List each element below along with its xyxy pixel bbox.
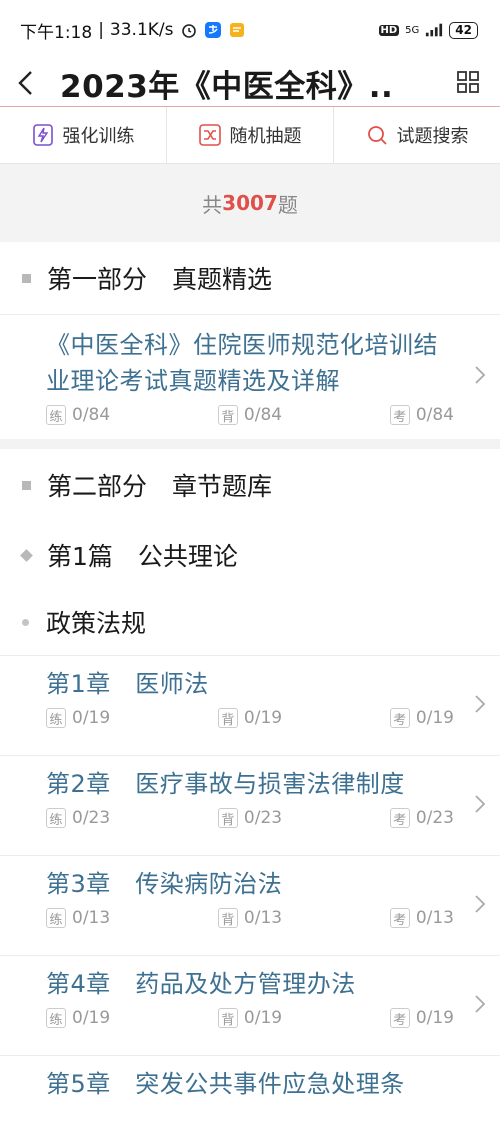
alarm-icon — [180, 21, 198, 39]
chapter-title: 第3章 传染病防治法 — [46, 870, 283, 898]
lightning-icon — [32, 123, 54, 147]
nav-bar: 2023年《中医全科》... — [0, 60, 500, 106]
back-arrow-icon[interactable] — [16, 69, 34, 97]
recite-tag: 背 — [217, 908, 238, 928]
list-item[interactable]: 《中医全科》住院医师规范化培训结业理论考试真题精选及详解 练 0/84 背 0/84… — [0, 314, 500, 439]
practice-tag: 练 — [46, 708, 66, 728]
volume-heading: 第1篇 公共理论 — [0, 521, 500, 589]
hd-badge: HD — [378, 24, 400, 36]
section-heading: 政策法规 — [0, 589, 500, 655]
exam-tag: 考 — [389, 405, 410, 425]
practice-tag: 练 — [46, 405, 66, 425]
status-bar: 下午1:18 | 33.1K/s HD 5G 42 — [0, 0, 500, 60]
page-title: 2023年《中医全科》... — [60, 68, 390, 105]
chevron-right-icon — [474, 794, 486, 818]
chapter-list: 第1章 医师法练 0/19 背 0/19 考 0/19 第2章 医疗事故与损害法律制度练 0/… — [0, 655, 500, 1112]
network-label: 5G — [405, 24, 420, 36]
battery-indicator: 42 — [449, 21, 478, 39]
recite-tag: 背 — [217, 708, 238, 728]
question-count: 共 3007 题 — [0, 164, 500, 242]
exam-tag: 考 — [389, 808, 410, 828]
shuffle-icon — [198, 124, 221, 146]
part1-heading: 第一部分 真题精选 — [0, 242, 500, 314]
search-icon — [366, 124, 388, 146]
item-stats: 练 0/23 背 0/23 考 0/23 — [46, 808, 454, 828]
item-stats: 练 0/19 背 0/19 考 0/19 — [46, 1008, 454, 1028]
chapter-title: 第1章 医师法 — [46, 670, 209, 698]
item-title: 《中医全科》住院医师规范化培训结业理论考试真题精选及详解 — [46, 331, 438, 395]
exam-tag: 考 — [389, 708, 410, 728]
chapter-item[interactable]: 第2章 医疗事故与损害法律制度练 0/23 背 0/23 考 0/23 — [0, 755, 500, 855]
signal-icon — [425, 21, 443, 39]
item-stats: 练 0/13 背 0/13 考 0/13 — [46, 908, 454, 928]
recite-tag: 背 — [217, 808, 238, 828]
alipay-icon — [204, 21, 222, 39]
question-search-button[interactable]: 试题搜索 — [334, 107, 500, 163]
chapter-item[interactable]: 第1章 医师法练 0/19 背 0/19 考 0/19 — [0, 655, 500, 755]
part2-heading: 第二部分 章节题库 — [0, 449, 500, 521]
chevron-right-icon — [474, 894, 486, 918]
diamond-bullet-icon — [20, 548, 33, 562]
question-count-number: 3007 — [222, 191, 278, 215]
exam-tag: 考 — [389, 1008, 410, 1028]
toolbar: 强化训练 随机抽题 试题搜索 — [0, 106, 500, 164]
grid-icon[interactable] — [456, 70, 480, 98]
practice-tag: 练 — [46, 808, 66, 828]
chapter-title: 第2章 医疗事故与损害法律制度 — [46, 770, 405, 798]
chevron-right-icon — [474, 994, 486, 1018]
chapter-title: 第4章 药品及处方管理办法 — [46, 970, 356, 998]
item-stats: 练 0/84 背 0/84 考 0/84 — [46, 405, 454, 425]
item-stats: 练 0/19 背 0/19 考 0/19 — [46, 708, 454, 728]
chapter-title: 第5章 突发公共事件应急处理条 — [46, 1070, 405, 1098]
section-divider — [0, 439, 500, 449]
status-speed: 33.1K/s — [109, 20, 174, 40]
practice-tag: 练 — [46, 908, 66, 928]
status-time: 下午1:18 — [20, 22, 93, 43]
dot-bullet-icon — [22, 618, 29, 626]
chevron-right-icon — [474, 365, 486, 389]
chapter-item[interactable]: 第5章 突发公共事件应急处理条 — [0, 1055, 500, 1112]
intensive-training-button[interactable]: 强化训练 — [0, 107, 167, 163]
square-bullet-icon — [22, 273, 31, 283]
recite-tag: 背 — [217, 405, 238, 425]
random-questions-button[interactable]: 随机抽题 — [167, 107, 334, 163]
chevron-right-icon — [474, 694, 486, 718]
exam-tag: 考 — [389, 908, 410, 928]
recite-tag: 背 — [217, 1008, 238, 1028]
square-bullet-icon — [22, 480, 31, 490]
chapter-item[interactable]: 第4章 药品及处方管理办法练 0/19 背 0/19 考 0/19 — [0, 955, 500, 1055]
notes-icon — [228, 21, 246, 39]
practice-tag: 练 — [46, 1008, 66, 1028]
chapter-item[interactable]: 第3章 传染病防治法练 0/13 背 0/13 考 0/13 — [0, 855, 500, 955]
